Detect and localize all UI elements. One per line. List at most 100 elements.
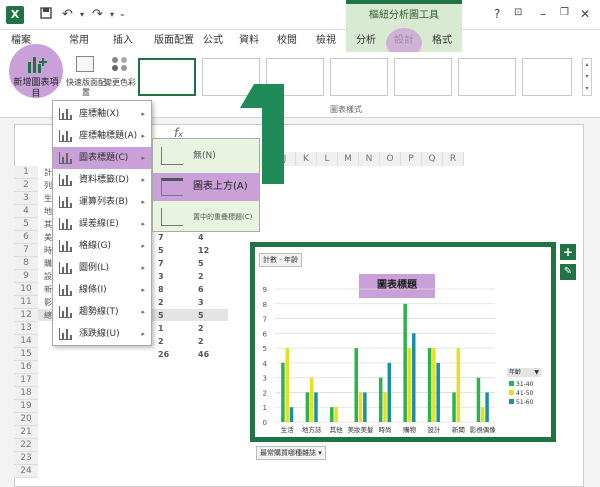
cell-value[interactable]: 2	[198, 324, 204, 333]
menu-item[interactable]: 資料標籤(D) ▸	[53, 169, 151, 191]
cell-value[interactable]: 2	[198, 337, 204, 346]
tab-page-layout[interactable]: 版面配置	[146, 30, 202, 52]
cell-value[interactable]: 5	[158, 246, 164, 255]
legend-field-button[interactable]: 年齡 ▼	[507, 368, 541, 377]
menu-item[interactable]: 漲跌線(U) ▸	[53, 323, 151, 345]
menu-item[interactable]: 誤差線(E) ▸	[53, 213, 151, 235]
cell-value[interactable]: 2	[158, 337, 164, 346]
row-header[interactable]: 20	[14, 413, 38, 426]
pivot-axis-field-button[interactable]: 最常購買哪種雜誌 ▾	[256, 446, 326, 460]
tab-format[interactable]: 格式	[422, 30, 462, 52]
menu-item[interactable]: 圖表標題(C) ▸	[53, 147, 151, 169]
undo-dropdown-icon[interactable]: ▾	[80, 7, 84, 23]
cell-value[interactable]: 5	[198, 311, 204, 320]
add-chart-element-button[interactable]: 新增圖表項目	[12, 78, 60, 100]
close-icon[interactable]: ✕	[580, 7, 590, 21]
chart-styles-brush-icon[interactable]: ✎	[560, 264, 576, 280]
cell-value[interactable]: 3	[198, 298, 204, 307]
row-header[interactable]: 15	[14, 348, 38, 361]
gallery-scroll-icon[interactable]: ▴ ▾ ▾	[582, 58, 592, 96]
column-header[interactable]: M	[338, 152, 359, 166]
row-header[interactable]: 14	[14, 335, 38, 348]
row-header[interactable]: 12	[14, 309, 38, 322]
row-header[interactable]: 10	[14, 283, 38, 296]
row-header[interactable]: 8	[14, 257, 38, 270]
chart-style-4[interactable]	[330, 58, 388, 96]
customize-toolbar-icon[interactable]: ₌	[120, 7, 125, 23]
cell-value[interactable]: 1	[158, 324, 164, 333]
chart-style-7[interactable]	[522, 58, 572, 96]
chart-style-1[interactable]	[138, 58, 196, 96]
submenu-item-above-chart[interactable]: 圖表上方(A)	[153, 173, 259, 201]
row-header[interactable]: 13	[14, 322, 38, 335]
undo-icon[interactable]: ↶	[62, 7, 73, 23]
cell-value[interactable]: 3	[158, 272, 164, 281]
cell-value[interactable]: 5	[158, 311, 164, 320]
tab-home[interactable]: 常用	[60, 30, 98, 52]
cell-value[interactable]: 7	[158, 233, 164, 242]
menu-item[interactable]: 線條(I) ▸	[53, 279, 151, 301]
cell-value[interactable]: 2	[158, 298, 164, 307]
cell-value[interactable]: 8	[158, 285, 164, 294]
row-header[interactable]: 16	[14, 361, 38, 374]
column-header[interactable]: K	[296, 152, 317, 166]
chart-style-6[interactable]	[458, 58, 516, 96]
tab-view[interactable]: 檢視	[306, 30, 346, 52]
menu-item[interactable]: 格線(G) ▸	[53, 235, 151, 257]
menu-item[interactable]: 圖例(L) ▸	[53, 257, 151, 279]
ribbon-options-icon[interactable]: ⊡	[514, 7, 522, 18]
row-header[interactable]: 2	[14, 179, 38, 192]
tab-formulas[interactable]: 公式	[196, 30, 230, 52]
tab-data[interactable]: 資料	[232, 30, 266, 52]
restore-icon[interactable]: ❐	[560, 7, 569, 18]
chart-style-5[interactable]	[394, 58, 452, 96]
change-colors-button[interactable]: 變更色彩	[104, 78, 136, 88]
pivot-chart-frame[interactable]: 計數 - 年齡 圖表標題 0 1 2 3 4 5 6 7 8 9 生活 地方誌 其他 美妝美髮 時尚 購物 設計…	[250, 242, 556, 442]
cell-value[interactable]: 12	[198, 246, 209, 255]
cell-value[interactable]: 4	[198, 233, 204, 242]
cell-value[interactable]: 46	[198, 350, 209, 359]
row-header[interactable]: 7	[14, 244, 38, 257]
row-header[interactable]: 19	[14, 400, 38, 413]
tab-insert[interactable]: 插入	[104, 30, 142, 52]
row-header[interactable]: 22	[14, 439, 38, 452]
menu-item[interactable]: 運算列表(B) ▸	[53, 191, 151, 213]
quick-layout-button[interactable]: 快速版面配置	[64, 78, 108, 98]
redo-icon[interactable]: ↷	[92, 7, 103, 23]
menu-item[interactable]: 趨勢線(T) ▸	[53, 301, 151, 323]
row-header[interactable]: 18	[14, 387, 38, 400]
submenu-item-centered-overlay[interactable]: 置中的重疊標題(C)	[153, 205, 259, 229]
row-header[interactable]: 5	[14, 218, 38, 231]
menu-item[interactable]: 座標軸(X) ▸	[53, 103, 151, 125]
row-header[interactable]: 21	[14, 426, 38, 439]
cell-value[interactable]: 2	[198, 272, 204, 281]
row-header[interactable]: 9	[14, 270, 38, 283]
help-button[interactable]: ?	[494, 7, 500, 21]
column-header[interactable]: Q	[422, 152, 443, 166]
row-header[interactable]: 1	[14, 166, 38, 179]
column-header[interactable]: R	[443, 152, 464, 166]
submenu-item-none[interactable]: 無(N)	[153, 143, 259, 169]
tab-review[interactable]: 校閱	[270, 30, 304, 52]
cell-value[interactable]: 6	[198, 285, 204, 294]
pivot-chart-area[interactable]: 計數 - 年齡 圖表標題 0 1 2 3 4 5 6 7 8 9 生活 地方誌 其他 美妝美髮 時尚 購物 設計…	[255, 247, 551, 437]
row-header[interactable]: 4	[14, 205, 38, 218]
cell-value[interactable]: 7	[158, 259, 164, 268]
tab-analyze[interactable]: 分析	[346, 30, 386, 52]
row-header[interactable]: 23	[14, 452, 38, 465]
chart-elements-plus-icon[interactable]: +	[560, 244, 576, 260]
column-header[interactable]: P	[401, 152, 422, 166]
column-header[interactable]: L	[317, 152, 338, 166]
column-header[interactable]: O	[380, 152, 401, 166]
column-header[interactable]: N	[359, 152, 380, 166]
minimize-icon[interactable]: –	[540, 7, 546, 21]
save-icon[interactable]	[40, 7, 52, 24]
redo-dropdown-icon[interactable]: ▾	[110, 7, 114, 23]
row-header[interactable]: 24	[14, 465, 38, 478]
row-header[interactable]: 17	[14, 374, 38, 387]
menu-item[interactable]: 座標軸標題(A) ▸	[53, 125, 151, 147]
row-header[interactable]: 6	[14, 231, 38, 244]
cell-value[interactable]: 5	[198, 259, 204, 268]
row-header[interactable]: 11	[14, 296, 38, 309]
cell-value[interactable]: 26	[158, 350, 169, 359]
